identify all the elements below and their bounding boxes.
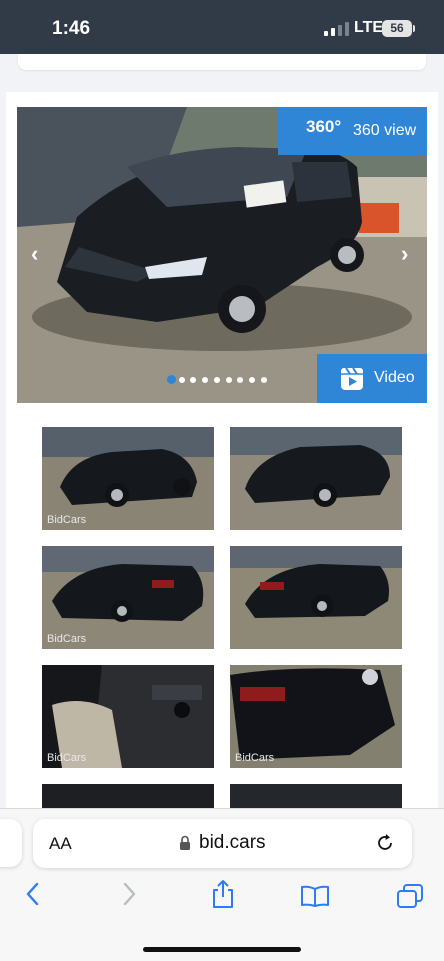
next-arrow-icon[interactable]: ›	[401, 241, 408, 267]
slide-dot[interactable]	[248, 377, 255, 383]
360-view-button[interactable]: 360° 360 view	[278, 107, 427, 155]
watermark: BidCars	[235, 752, 275, 764]
360-icon: 360°	[306, 117, 342, 136]
slide-dot[interactable]	[225, 377, 232, 383]
home-indicator	[143, 947, 301, 952]
thumbnail-6[interactable]: BidCars	[230, 665, 402, 768]
360-view-label: 360 view	[353, 122, 417, 139]
video-label: Video	[374, 369, 415, 386]
thumbnail-5[interactable]: BidCars	[42, 665, 214, 768]
signal-icon	[324, 22, 349, 36]
prev-arrow-icon[interactable]: ‹	[31, 241, 38, 267]
thumbnail-image	[230, 427, 402, 530]
slide-dot[interactable]	[213, 377, 220, 383]
network-type: LTE	[354, 19, 384, 36]
main-car-photo[interactable]: 360° 360 view Video ‹ ›	[17, 107, 427, 403]
slide-dot[interactable]	[178, 377, 185, 383]
previous-tab-edge[interactable]	[0, 819, 22, 867]
watermark: BidCars	[47, 752, 87, 764]
thumbnail-4[interactable]	[230, 546, 402, 649]
video-icon	[341, 368, 363, 390]
thumbnail-2[interactable]	[230, 427, 402, 530]
lock-icon	[180, 835, 190, 850]
slide-dot[interactable]	[260, 377, 267, 383]
reload-icon[interactable]	[375, 833, 395, 853]
bookmarks-icon[interactable]	[300, 885, 330, 907]
forward-icon[interactable]	[120, 881, 138, 907]
slide-dot[interactable]	[167, 375, 176, 384]
previous-card	[18, 54, 426, 70]
watermark: BidCars	[47, 514, 87, 526]
battery-icon: 56	[382, 20, 412, 37]
browser-toolbar: AA bid.cars	[0, 808, 444, 961]
address-bar[interactable]: AA bid.cars	[33, 819, 412, 868]
watermark: BidCars	[47, 633, 87, 645]
tabs-icon[interactable]	[396, 883, 424, 909]
thumbnail-3[interactable]: BidCars	[42, 546, 214, 649]
clock: 1:46	[52, 18, 91, 39]
status-bar: 1:46 LTE 56	[0, 0, 444, 54]
text-size-button[interactable]: AA	[49, 834, 72, 854]
thumbnail-image	[230, 546, 402, 649]
web-page[interactable]: 360° 360 view Video ‹ › BidCars BidCars …	[0, 54, 444, 814]
back-icon[interactable]	[24, 881, 42, 907]
thumbnail-1[interactable]: BidCars	[42, 427, 214, 530]
share-icon[interactable]	[210, 879, 236, 909]
url-text: bid.cars	[199, 832, 266, 853]
video-button[interactable]: Video	[317, 354, 427, 403]
battery-tip	[413, 25, 415, 32]
